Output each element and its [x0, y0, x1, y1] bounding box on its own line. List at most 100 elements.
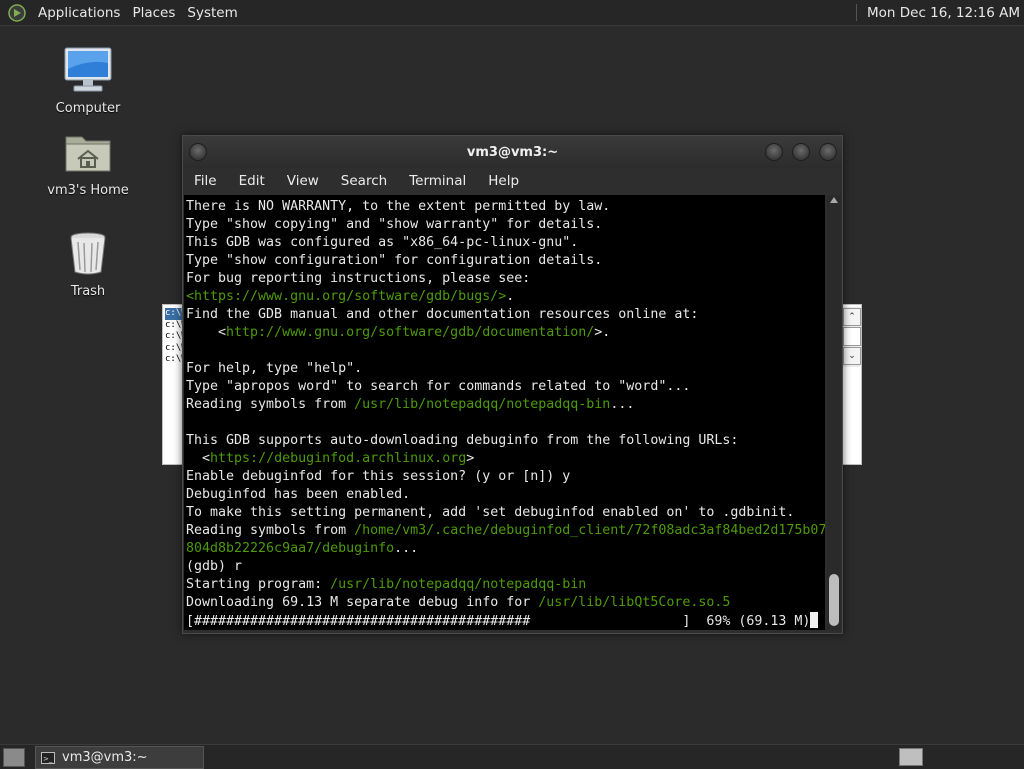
terminal-line: To make this setting permanent, add 'set… [186, 505, 794, 520]
terminal-line: Debuginfod has been enabled. [186, 487, 410, 502]
terminal-segment: Starting program: [186, 577, 331, 592]
menu-help[interactable]: Help [477, 173, 530, 189]
clock[interactable]: Mon Dec 16, 12:16 AM [867, 5, 1024, 21]
workspace-switcher[interactable] [899, 748, 923, 766]
menu-applications[interactable]: Applications [32, 5, 126, 21]
terminal-segment: . [506, 289, 515, 304]
terminal-segment: (gdb) r [186, 559, 243, 574]
terminal-link[interactable]: /home/vm3/.cache/debuginfod_client/72f08… [354, 523, 825, 538]
terminal-text: There is NO WARRANTY, to the extent perm… [186, 198, 825, 630]
minimize-button[interactable] [765, 143, 783, 161]
panel-separator [855, 4, 857, 21]
window-title: vm3@vm3:~ [466, 145, 559, 160]
scroll-up-icon[interactable] [830, 197, 838, 203]
terminal-line: There is NO WARRANTY, to the extent perm… [186, 199, 610, 214]
main-menu-icon[interactable] [8, 3, 26, 22]
terminal-link[interactable]: <https://www.gnu.org/software/gdb/bugs/> [186, 289, 506, 304]
top-panel: Applications Places System Mon Dec 16, 1… [0, 0, 1024, 26]
desktop-icon-home[interactable]: vm3's Home [33, 127, 143, 198]
terminal-link[interactable]: /usr/lib/notepadqq/notepadqq-bin [354, 397, 610, 412]
terminal-output[interactable]: There is NO WARRANTY, to the extent perm… [184, 195, 825, 630]
terminal-link[interactable]: 804d8b22226c9aa7/debuginfo [186, 541, 394, 556]
terminal-line: Downloading 69.13 M separate debug info … [186, 595, 730, 610]
terminal-line: 804d8b22226c9aa7/debuginfo... [186, 541, 418, 556]
terminal-link[interactable]: http://www.gnu.org/software/gdb/document… [226, 325, 594, 340]
terminal-line: This GDB supports auto-downloading debug… [186, 433, 738, 448]
terminal-segment: Reading symbols from [186, 397, 355, 412]
menu-places[interactable]: Places [126, 5, 181, 21]
terminal-line: Type "apropos word" to search for comman… [186, 379, 690, 394]
terminal-segment: For help, type "help". [186, 361, 363, 376]
terminal-line: <https://debuginfod.archlinux.org> [186, 451, 474, 466]
terminal-segment: Type "show configuration" for configurat… [186, 253, 603, 268]
terminal-line: For help, type "help". [186, 361, 362, 376]
terminal-window[interactable]: vm3@vm3:~ File Edit View Search Terminal… [182, 135, 843, 634]
maximize-button[interactable] [792, 143, 810, 161]
close-button[interactable] [819, 143, 837, 161]
menu-system[interactable]: System [181, 5, 243, 21]
trash-icon [70, 232, 106, 275]
terminal-link[interactable]: /usr/lib/notepadqq/notepadqq-bin [330, 577, 586, 592]
scroll-thumb[interactable] [843, 327, 861, 346]
desktop-icon-label: Computer [55, 101, 121, 116]
terminal-segment: >. [594, 325, 611, 340]
terminal-line: Reading symbols from /usr/lib/notepadqq/… [186, 397, 634, 412]
terminal-line: (gdb) r [186, 559, 242, 574]
terminal-menubar: File Edit View Search Terminal Help [183, 168, 842, 194]
scroll-up-icon[interactable]: ⌃ [843, 308, 861, 326]
terminal-line: Starting program: /usr/lib/notepadqq/not… [186, 577, 586, 592]
taskbar-button-label: vm3@vm3:~ [62, 750, 148, 765]
terminal-segment: For bug reporting instructions, please s… [186, 271, 531, 286]
terminal-line: Find the GDB manual and other documentat… [186, 307, 698, 322]
menu-search[interactable]: Search [330, 173, 398, 189]
menu-terminal[interactable]: Terminal [398, 173, 477, 189]
terminal-line: This GDB was configured as "x86_64-pc-li… [186, 235, 578, 250]
terminal-line: Type "show configuration" for configurat… [186, 253, 602, 268]
scroll-down-icon[interactable]: ⌄ [843, 347, 861, 365]
terminal-segment: Type "show copying" and "show warranty" … [186, 217, 603, 232]
terminal-segment: There is NO WARRANTY, to the extent perm… [186, 199, 611, 214]
terminal-link[interactable]: https://debuginfod.archlinux.org [210, 451, 466, 466]
home-folder-icon [65, 136, 111, 172]
desktop-icon-label: Trash [70, 284, 106, 299]
terminal-segment: Find the GDB manual and other documentat… [186, 307, 699, 322]
desktop-icon-label: vm3's Home [47, 183, 129, 198]
terminal-segment: This GDB supports auto-downloading debug… [186, 433, 739, 448]
terminal-line: Reading symbols from /home/vm3/.cache/de… [186, 523, 825, 538]
terminal-segment: < [186, 325, 227, 340]
show-desktop-icon[interactable] [3, 748, 25, 767]
terminal-line: Type "show copying" and "show warranty" … [186, 217, 602, 232]
background-window-scrollbar[interactable]: ⌃ ⌄ [841, 307, 861, 367]
terminal-segment: ... [394, 541, 419, 556]
terminal-cursor [810, 612, 819, 628]
terminal-line: <http://www.gnu.org/software/gdb/documen… [186, 325, 610, 340]
terminal-segment: ... [610, 397, 635, 412]
terminal-segment: < [186, 451, 211, 466]
terminal-link[interactable]: /usr/lib/libQt5Core.so.5 [538, 595, 730, 610]
terminal-line: [#######################################… [186, 612, 819, 629]
terminal-line: <https://www.gnu.org/software/gdb/bugs/>… [186, 289, 514, 304]
terminal-icon: >_ [41, 751, 55, 764]
terminal-line: Enable debuginfod for this session? (y o… [186, 469, 570, 484]
terminal-segment: > [466, 451, 475, 466]
scroll-thumb[interactable] [829, 574, 839, 626]
terminal-line: For bug reporting instructions, please s… [186, 271, 530, 286]
computer-icon [64, 47, 112, 92]
terminal-segment: [#######################################… [186, 614, 811, 629]
clock-area: Mon Dec 16, 12:16 AM [855, 0, 1024, 25]
desktop-icon-trash[interactable]: Trash [33, 228, 143, 299]
terminal-segment: Downloading 69.13 M separate debug info … [186, 595, 539, 610]
terminal-scrollbar[interactable] [827, 195, 841, 630]
terminal-segment: Type "apropos word" to search for comman… [186, 379, 691, 394]
terminal-segment: Enable debuginfod for this session? (y o… [186, 469, 571, 484]
menu-edit[interactable]: Edit [228, 173, 276, 189]
menu-file[interactable]: File [183, 173, 228, 189]
terminal-segment: This GDB was configured as "x86_64-pc-li… [186, 235, 579, 250]
terminal-segment: Debuginfod has been enabled. [186, 487, 411, 502]
taskbar-button-terminal[interactable]: >_ vm3@vm3:~ [35, 746, 204, 769]
window-titlebar[interactable]: vm3@vm3:~ [183, 136, 842, 168]
desktop-icon-computer[interactable]: Computer [33, 45, 143, 116]
menu-view[interactable]: View [276, 173, 330, 189]
terminal-segment: Reading symbols from [186, 523, 355, 538]
bottom-panel: >_ vm3@vm3:~ [0, 744, 1024, 769]
